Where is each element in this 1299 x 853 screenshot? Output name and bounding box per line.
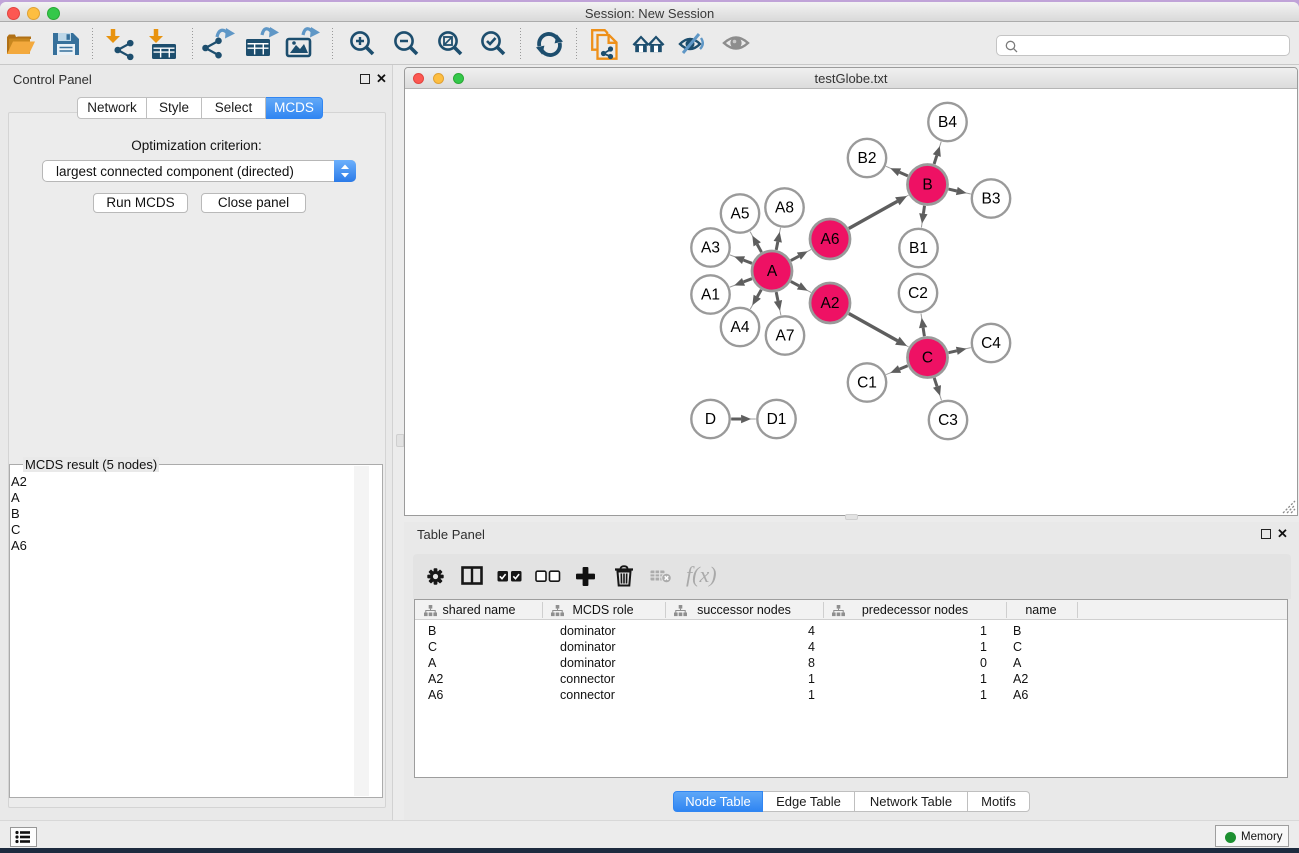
svg-text:A7: A7: [775, 327, 794, 344]
svg-text:B4: B4: [938, 114, 957, 131]
svg-text:C2: C2: [908, 285, 928, 302]
svg-text:C: C: [921, 349, 932, 366]
svg-text:A4: A4: [730, 319, 749, 336]
svg-text:C4: C4: [981, 335, 1001, 352]
svg-text:D1: D1: [766, 411, 786, 428]
svg-text:A1: A1: [701, 286, 720, 303]
svg-text:A5: A5: [730, 205, 749, 222]
svg-text:A2: A2: [820, 295, 839, 312]
svg-text:C1: C1: [857, 374, 877, 391]
svg-text:C3: C3: [938, 412, 958, 429]
svg-text:B3: B3: [981, 190, 1000, 207]
svg-text:B2: B2: [857, 150, 876, 167]
svg-text:A6: A6: [820, 231, 839, 248]
svg-text:B1: B1: [909, 240, 928, 257]
svg-text:D: D: [704, 411, 715, 428]
svg-text:A3: A3: [701, 239, 720, 256]
svg-text:A8: A8: [775, 199, 794, 216]
svg-text:A: A: [766, 263, 777, 280]
svg-text:B: B: [922, 176, 932, 193]
